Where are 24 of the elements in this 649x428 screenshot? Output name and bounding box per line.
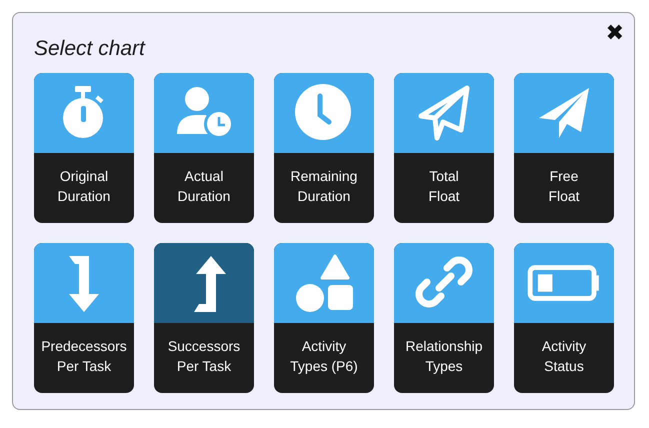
tile-label: Successors Per Task <box>166 337 242 376</box>
close-button[interactable]: ✖ <box>606 23 624 45</box>
tile-label: Total Float <box>427 167 461 206</box>
chart-tile[interactable]: Activity Types (P6) <box>274 243 374 393</box>
chart-tile[interactable]: Predecessors Per Task <box>34 243 134 393</box>
chart-tile[interactable]: Original Duration <box>34 73 134 223</box>
tile-label: Relationship Types <box>404 337 484 376</box>
chart-tile[interactable]: Actual Duration <box>154 73 254 223</box>
tile-label: Free Float <box>547 167 581 206</box>
tile-label: Activity Status <box>540 337 588 376</box>
tile-label: Remaining Duration <box>290 167 358 206</box>
tile-label: Activity Types (P6) <box>289 337 359 376</box>
clock-icon <box>295 84 353 142</box>
chart-tile[interactable]: Successors Per Task <box>154 243 254 393</box>
tile-label: Original Duration <box>56 167 112 206</box>
chart-tile[interactable]: Relationship Types <box>394 243 494 393</box>
chart-tile[interactable]: Total Float <box>394 73 494 223</box>
chart-tile[interactable]: Remaining Duration <box>274 73 374 223</box>
dialog-title: Select chart <box>34 37 145 61</box>
tile-label: Predecessors Per Task <box>40 337 128 376</box>
chart-tile[interactable]: Free Float <box>514 73 614 223</box>
tile-label: Actual Duration <box>176 167 232 206</box>
chart-tile[interactable]: Activity Status <box>514 243 614 393</box>
shapes-icon <box>295 254 353 312</box>
